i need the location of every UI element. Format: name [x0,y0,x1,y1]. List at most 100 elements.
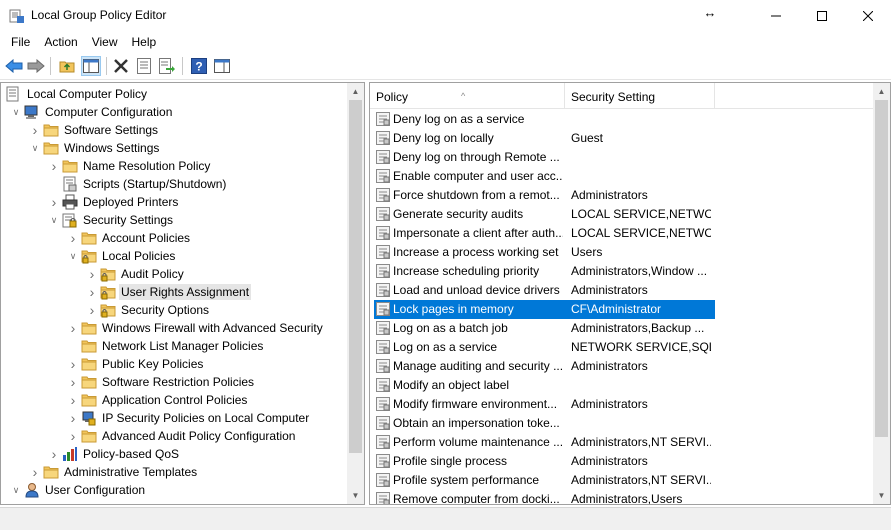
chevron-right-icon[interactable]: › [48,445,60,463]
column-header-policy[interactable]: Policy ^ [370,83,565,109]
back-button[interactable] [4,56,24,76]
title-bar[interactable]: Local Group Policy Editor ↔ [0,0,891,31]
tree-node[interactable]: › Public Key Policies [67,355,205,373]
policy-row[interactable]: Manage auditing and security ... Administ… [370,357,875,376]
chevron-right-icon[interactable]: › [67,409,79,427]
chevron-right-icon[interactable]: › [29,463,41,481]
column-header-security-setting[interactable]: Security Setting [565,83,715,109]
list-scroll-thumb[interactable] [875,100,888,437]
policy-row[interactable]: Increase scheduling priority Administrato… [370,262,875,281]
tree-node[interactable]: › IP Security Policies on Local Computer [67,409,311,427]
tree-node[interactable]: › Policy-based QoS [48,445,181,463]
menu-view[interactable]: View [85,31,125,53]
tree-node[interactable]: › User Rights Assignment [86,283,252,301]
chevron-down-icon[interactable]: ∨ [10,481,22,499]
policy-row[interactable]: Deny log on as a service [370,110,875,129]
chevron-right-icon[interactable]: › [67,391,79,409]
tree-node[interactable]: › Advanced Audit Policy Configuration [67,427,297,445]
chevron-down-icon[interactable]: ∨ [10,103,22,121]
menu-action[interactable]: Action [37,31,84,53]
list-vertical-scrollbar[interactable]: ▲ ▼ [873,83,890,504]
tree-scroll-thumb[interactable] [349,100,362,453]
policy-row[interactable]: Profile single process Administrators [370,452,875,471]
chevron-down-icon[interactable]: ∨ [67,247,79,265]
tree-node[interactable]: ∨ Local Policies [67,247,177,265]
policy-row[interactable]: Deny log on through Remote ... [370,148,875,167]
tree-node-label: Audit Policy [121,267,184,281]
policy-name: Impersonate a client after auth... [393,226,563,240]
chevron-right-icon[interactable]: › [67,373,79,391]
minimize-button[interactable] [753,0,799,31]
scroll-down-arrow-icon[interactable]: ▼ [873,487,890,504]
policy-row[interactable]: Deny log on locally Guest [370,129,875,148]
menu-help[interactable]: Help [125,31,164,53]
menu-file[interactable]: File [4,31,37,53]
tree-node[interactable]: Scripts (Startup/Shutdown) [48,175,228,193]
policy-row[interactable]: Impersonate a client after auth... LOCAL … [370,224,875,243]
policy-row[interactable]: Remove computer from docki... Administrat… [370,490,875,504]
tree-node[interactable]: › Name Resolution Policy [48,157,212,175]
tree-node[interactable]: › Account Policies [67,229,192,247]
policy-row[interactable]: Force shutdown from a remot... Administra… [370,186,875,205]
policy-row[interactable]: Perform volume maintenance ... Administra… [370,433,875,452]
tree-node[interactable]: Network List Manager Policies [67,337,265,355]
maximize-button[interactable] [799,0,845,31]
chevron-down-icon[interactable]: ∨ [48,211,60,229]
tree-node[interactable]: › Deployed Printers [48,193,180,211]
scroll-up-arrow-icon[interactable]: ▲ [873,83,890,100]
policy-row[interactable]: Enable computer and user acc... [370,167,875,186]
show-hide-console-tree-button[interactable] [81,56,101,76]
tree-node[interactable]: › Windows Firewall with Advanced Security [67,319,325,337]
printer-icon [62,194,78,210]
policy-row[interactable]: Increase a process working set Users [370,243,875,262]
scroll-down-arrow-icon[interactable]: ▼ [347,487,364,504]
up-one-level-button[interactable] [57,56,77,76]
tree-node[interactable]: ∨ Windows Settings [29,139,161,157]
tree-node[interactable]: ∨ Security Settings [48,211,175,229]
tree-node[interactable]: › Audit Policy [86,265,186,283]
tree-vertical-scrollbar[interactable]: ▲ ▼ [347,83,364,504]
policy-row[interactable]: Log on as a service NETWORK SERVICE,SQL..… [370,338,875,357]
policy-name: Profile single process [393,454,508,468]
tree-node[interactable]: ∨ Computer Configuration [10,103,174,121]
show-hide-action-pane-button[interactable] [212,56,232,76]
chevron-right-icon[interactable]: › [67,319,79,337]
chevron-right-icon[interactable]: › [86,301,98,319]
policy-row[interactable]: Modify firmware environment... Administra… [370,395,875,414]
chevron-right-icon[interactable]: › [67,427,79,445]
chevron-right-icon[interactable]: › [86,283,98,301]
details-pane[interactable]: Policy ^ Security Setting Deny log on as… [369,82,891,505]
tree-node[interactable]: › Administrative Templates [29,463,199,481]
toolbar-separator [106,57,107,75]
tree-node[interactable]: › Security Options [86,301,211,319]
policy-row[interactable]: Profile system performance Administrators… [370,471,875,490]
chevron-right-icon[interactable]: › [48,193,60,211]
forward-button[interactable] [26,56,46,76]
policy-name: Load and unload device drivers [393,283,560,297]
chevron-right-icon[interactable]: › [48,157,60,175]
tree-node[interactable]: Local Computer Policy [6,85,149,103]
policy-row[interactable]: Log on as a batch job Administrators,Back… [370,319,875,338]
console-tree[interactable]: Local Computer Policy ∨ Computer Configura… [0,82,365,505]
policy-row[interactable]: Lock pages in memory CF\Administrator [370,300,875,319]
help-button[interactable]: ? [189,56,209,76]
chevron-down-icon[interactable]: ∨ [29,139,41,157]
tree-node[interactable]: › Application Control Policies [67,391,249,409]
tree-node[interactable]: ∨ User Configuration [10,481,147,499]
security-setting-value: Administrators,Window ... [571,264,708,278]
tree-node[interactable]: › Software Restriction Policies [67,373,256,391]
tree-node[interactable]: › Software Settings [29,121,160,139]
policy-row[interactable]: Generate security audits LOCAL SERVICE,NE… [370,205,875,224]
close-button[interactable] [845,0,891,31]
delete-button[interactable] [111,56,131,76]
chevron-right-icon[interactable]: › [67,355,79,373]
policy-row[interactable]: Obtain an impersonation toke... [370,414,875,433]
policy-row[interactable]: Load and unload device drivers Administra… [370,281,875,300]
policy-row[interactable]: Modify an object label [370,376,875,395]
chevron-right-icon[interactable]: › [86,265,98,283]
chevron-right-icon[interactable]: › [29,121,41,139]
chevron-right-icon[interactable]: › [67,229,79,247]
properties-button[interactable] [134,56,154,76]
export-list-button[interactable] [157,56,177,76]
scroll-up-arrow-icon[interactable]: ▲ [347,83,364,100]
